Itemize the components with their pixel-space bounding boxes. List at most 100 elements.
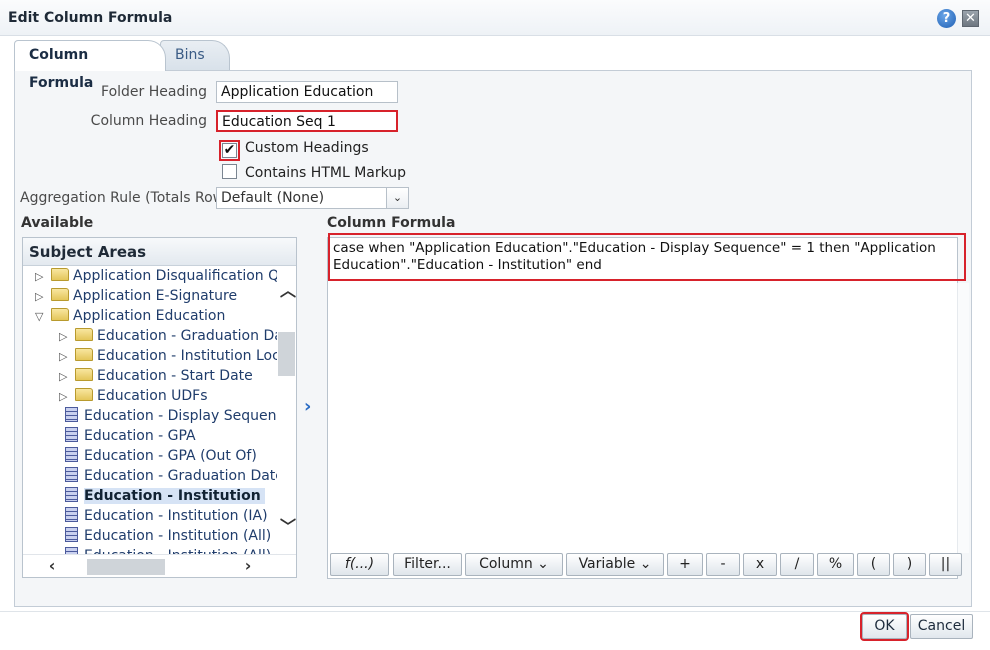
collapsed-triangle-icon[interactable]: ▷ — [35, 267, 51, 287]
column-icon — [65, 427, 78, 442]
tab-column-formula[interactable]: Column Formula — [14, 40, 166, 91]
percent-button[interactable]: % — [817, 553, 854, 576]
tab-bar: Bins Column Formula — [0, 38, 990, 91]
folder-heading-input[interactable]: Application Education — [216, 81, 398, 103]
filter-button[interactable]: Filter... — [393, 553, 462, 576]
column-icon — [65, 487, 78, 502]
expanded-triangle-icon[interactable]: ▽ — [35, 307, 51, 327]
aggregation-rule-label: Aggregation Rule (Totals Row) — [20, 190, 230, 206]
folder-heading-label: Folder Heading — [101, 84, 207, 100]
folder-icon — [75, 348, 93, 361]
folder-icon — [75, 388, 93, 401]
plus-button[interactable]: + — [667, 553, 703, 576]
ok-button[interactable]: OK — [860, 612, 909, 641]
column-heading-label: Column Heading — [90, 113, 207, 129]
column-heading-input[interactable]: Education Seq 1 — [216, 110, 398, 132]
html-markup-checkbox[interactable] — [222, 164, 237, 179]
tree-item-label: Application Disqualification Ques — [73, 268, 277, 284]
folder-icon — [75, 368, 93, 381]
close-paren-button[interactable]: ) — [893, 553, 926, 576]
tree-column-item[interactable]: Education - Institution (All) — [59, 526, 271, 546]
column-icon — [65, 467, 78, 482]
tree-item-label: Education - Institution (All) — [84, 528, 272, 544]
scroll-left-icon[interactable]: ‹ — [43, 557, 61, 575]
formula-scrollbar[interactable] — [957, 283, 969, 553]
tree-item-label: Application E-Signature — [73, 288, 238, 304]
variable-button[interactable]: Variable ⌄ — [566, 553, 664, 576]
tree-item-label: Education - Graduation Date — [97, 328, 277, 344]
tree-column-item[interactable]: Education - Graduation Date — [59, 466, 277, 486]
folder-icon — [51, 288, 69, 301]
horizontal-scroll-thumb[interactable] — [87, 559, 165, 575]
formula-toolbar: f(...) Filter... Column ⌄ Variable ⌄ + -… — [330, 553, 963, 577]
scroll-up-icon[interactable]: ︿ — [279, 282, 296, 300]
column-icon — [65, 547, 78, 554]
formula-text[interactable]: case when "Application Education"."Educa… — [328, 233, 966, 281]
collapsed-triangle-icon[interactable]: ▷ — [35, 287, 51, 307]
concat-button[interactable]: || — [929, 553, 962, 576]
tree-column-item[interactable]: Education - Institution (IA) — [59, 506, 268, 526]
scroll-down-icon[interactable]: ﹀ — [279, 518, 296, 536]
vertical-scroll-thumb[interactable] — [278, 332, 295, 376]
minus-button[interactable]: - — [706, 553, 740, 576]
chevron-down-icon[interactable]: ⌄ — [386, 188, 408, 208]
collapsed-triangle-icon[interactable]: ▷ — [59, 367, 75, 387]
tree-item-label: Education - Institution (IA) — [84, 508, 268, 524]
tree-folder-item[interactable]: ▷ Application Disqualification Ques — [35, 266, 277, 286]
html-markup-row: Contains HTML Markup — [222, 164, 406, 181]
subject-areas-header: Subject Areas — [23, 238, 296, 266]
collapsed-triangle-icon[interactable]: ▷ — [59, 387, 75, 407]
tree-folder-item[interactable]: ▽ Application Education — [35, 306, 225, 326]
html-markup-label: Contains HTML Markup — [245, 165, 407, 181]
custom-headings-checkbox[interactable]: ✔ — [219, 140, 240, 161]
column-icon — [65, 407, 78, 422]
tree-item-label: Education - Graduation Date — [84, 468, 277, 484]
tree-horizontal-scrollbar[interactable]: ‹ › — [23, 554, 296, 577]
tree-column-item[interactable]: Education - Institution — [59, 486, 265, 506]
tab-bins[interactable]: Bins — [160, 40, 230, 71]
tree-column-item[interactable]: Education - Institution (All) ( — [59, 546, 277, 554]
collapsed-triangle-icon[interactable]: ▷ — [59, 347, 75, 367]
tree-column-item[interactable]: Education - Display Sequenc — [59, 406, 277, 426]
close-icon[interactable]: ✕ — [962, 10, 979, 27]
add-to-formula-arrow-icon[interactable]: › — [304, 397, 320, 417]
subject-areas-tree: ▷ Application Disqualification Ques ▷ Appli… — [23, 266, 277, 554]
cancel-button[interactable]: Cancel — [910, 614, 973, 639]
formula-editor[interactable] — [327, 237, 958, 579]
custom-headings-label: Custom Headings — [245, 140, 369, 156]
aggregation-rule-select[interactable]: Default (None) ⌄ — [216, 187, 409, 209]
custom-headings-row: ✔ Custom Headings — [219, 140, 369, 161]
scroll-right-icon[interactable]: › — [239, 557, 257, 575]
available-title: Available — [21, 215, 94, 231]
column-icon — [65, 507, 78, 522]
tree-folder-item[interactable]: ▷ Application E-Signature — [35, 286, 237, 306]
dialog-title: Edit Column Formula — [8, 10, 173, 26]
multiply-button[interactable]: x — [743, 553, 777, 576]
folder-icon — [51, 268, 69, 281]
tree-item-label: Education - GPA (Out Of) — [84, 448, 257, 464]
open-paren-button[interactable]: ( — [857, 553, 890, 576]
tree-folder-item[interactable]: ▷ Education UDFs — [59, 386, 208, 406]
tree-item-label: Education - Institution Locati — [97, 348, 277, 364]
tree-folder-item[interactable]: ▷ Education - Institution Locati — [59, 346, 277, 366]
tree-item-label: Education - GPA — [84, 428, 196, 444]
dialog-footer — [0, 611, 990, 650]
tree-folder-item[interactable]: ▷ Education - Start Date — [59, 366, 253, 386]
function-button[interactable]: f(...) — [330, 553, 389, 576]
tree-item-label: Education - Institution — [84, 488, 265, 504]
tree-vertical-scrollbar[interactable]: ︿ ﹀ — [277, 266, 296, 554]
column-icon — [65, 447, 78, 462]
column-button[interactable]: Column ⌄ — [465, 553, 563, 576]
tree-item-label: Application Education — [73, 308, 226, 324]
tree-item-label: Education - Display Sequenc — [84, 408, 277, 424]
column-formula-title: Column Formula — [327, 215, 456, 231]
folder-icon — [51, 308, 69, 321]
tree-column-item[interactable]: Education - GPA (Out Of) — [59, 446, 257, 466]
help-icon[interactable]: ? — [937, 9, 956, 28]
tree-folder-item[interactable]: ▷ Education - Graduation Date — [59, 326, 277, 346]
tree-item-label: Education - Start Date — [97, 368, 253, 384]
divide-button[interactable]: / — [780, 553, 814, 576]
collapsed-triangle-icon[interactable]: ▷ — [59, 327, 75, 347]
tree-column-item[interactable]: Education - GPA — [59, 426, 196, 446]
aggregation-rule-value: Default (None) — [221, 190, 325, 206]
